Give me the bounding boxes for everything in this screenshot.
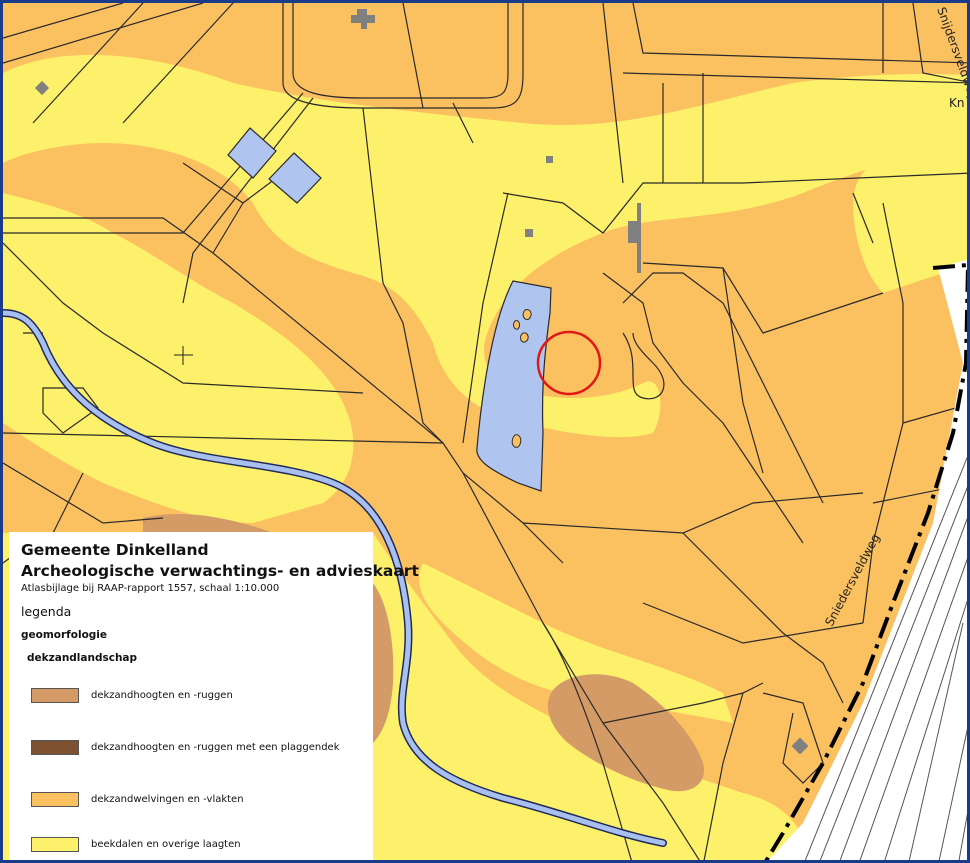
island bbox=[520, 332, 529, 343]
legend-heading: legenda bbox=[21, 604, 72, 619]
island bbox=[511, 434, 522, 448]
legend-title-line1: Gemeente Dinkelland bbox=[21, 541, 209, 559]
legend-swatch bbox=[31, 688, 79, 703]
map-frame: Snijdersveldweg Kn Sniedersveldweg Gemee… bbox=[0, 0, 970, 863]
legend-item-label: dekzandhoogten en -ruggen met een plagge… bbox=[91, 742, 340, 753]
street-label-kn: Kn bbox=[949, 96, 964, 110]
legend-item-label: dekzandwelvingen en -vlakten bbox=[91, 794, 244, 805]
legend-subtitle: Atlasbijlage bij RAAP-rapport 1557, scha… bbox=[21, 583, 280, 594]
legend-swatch bbox=[31, 837, 79, 852]
legend-item: beekdalen en overige laagten bbox=[31, 837, 241, 852]
legend-swatch bbox=[31, 792, 79, 807]
legend-swatch bbox=[31, 740, 79, 755]
island bbox=[522, 309, 532, 320]
legend-item: dekzandwelvingen en -vlakten bbox=[31, 792, 244, 807]
island bbox=[513, 320, 520, 330]
legend-item-label: dekzandhoogten en -ruggen bbox=[91, 690, 233, 701]
legend-title-line2: Archeologische verwachtings- en advieska… bbox=[21, 562, 419, 580]
legend-item-label: beekdalen en overige laagten bbox=[91, 839, 241, 850]
legend-item: dekzandhoogten en -ruggen met een plagge… bbox=[31, 740, 340, 755]
legend-subsection: dekzandlandschap bbox=[27, 652, 138, 664]
legend-panel: Gemeente Dinkelland Archeologische verwa… bbox=[9, 532, 419, 860]
legend-item: dekzandhoogten en -ruggen bbox=[31, 688, 233, 703]
legend-section: geomorfologie bbox=[21, 629, 108, 641]
